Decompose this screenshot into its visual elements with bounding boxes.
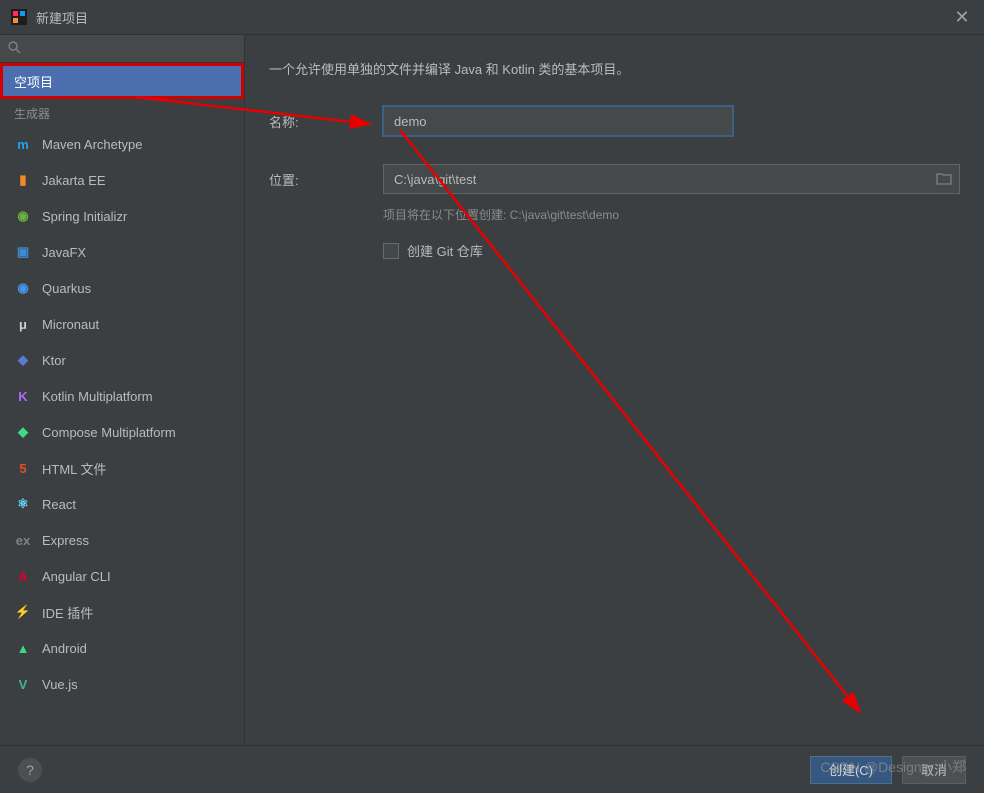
title-bar: 新建项目 ✕ — [0, 0, 984, 35]
generator-icon: A — [14, 567, 32, 585]
sidebar-item-label: 空项目 — [14, 72, 53, 91]
generator-icon: ex — [14, 531, 32, 549]
generator-icon: ▣ — [14, 243, 32, 261]
generator-icon: ▲ — [14, 639, 32, 657]
sidebar-item-generator[interactable]: A Angular CLI — [0, 558, 244, 594]
sidebar-item-generator[interactable]: μ Micronaut — [0, 306, 244, 342]
generator-icon: ◉ — [14, 279, 32, 297]
cancel-button[interactable]: 取消 — [902, 756, 966, 784]
sidebar-item-generator[interactable]: ◆ Compose Multiplatform — [0, 414, 244, 450]
generator-icon: V — [14, 675, 32, 693]
generator-icon: ◆ — [14, 351, 32, 369]
help-button[interactable]: ? — [18, 758, 42, 782]
generator-icon: K — [14, 387, 32, 405]
name-label: 名称: — [269, 112, 383, 131]
sidebar-item-generator[interactable]: m Maven Archetype — [0, 126, 244, 162]
sidebar-item-label: Spring Initializr — [42, 209, 127, 224]
create-button[interactable]: 创建(C) — [810, 756, 892, 784]
git-checkbox[interactable] — [383, 243, 399, 259]
close-icon[interactable]: ✕ — [950, 7, 974, 28]
generator-icon: 5 — [14, 459, 32, 477]
sidebar-item-generator[interactable]: ex Express — [0, 522, 244, 558]
sidebar-item-label: React — [42, 497, 76, 512]
sidebar-item-generator[interactable]: ◆ Ktor — [0, 342, 244, 378]
generator-icon: ▮ — [14, 171, 32, 189]
sidebar-item-generator[interactable]: V Vue.js — [0, 666, 244, 702]
sidebar-item-label: Jakarta EE — [42, 173, 106, 188]
sidebar-item-generator[interactable]: ◉ Spring Initializr — [0, 198, 244, 234]
location-input[interactable] — [383, 164, 960, 194]
generator-icon: ◉ — [14, 207, 32, 225]
sidebar-item-label: Vue.js — [42, 677, 78, 692]
sidebar-item-generator[interactable]: K Kotlin Multiplatform — [0, 378, 244, 414]
project-description: 一个允许使用单独的文件并编译 Java 和 Kotlin 类的基本项目。 — [269, 59, 960, 78]
sidebar-item-generator[interactable]: 5 HTML 文件 — [0, 450, 244, 486]
sidebar-item-label: Compose Multiplatform — [42, 425, 176, 440]
generator-icon: μ — [14, 315, 32, 333]
sidebar-item-label: Kotlin Multiplatform — [42, 389, 153, 404]
sidebar-item-label: Ktor — [42, 353, 66, 368]
sidebar-item-label: Android — [42, 641, 87, 656]
search-input[interactable] — [0, 35, 244, 63]
sidebar-item-label: Quarkus — [42, 281, 91, 296]
sidebar-item-label: JavaFX — [42, 245, 86, 260]
sidebar: 空项目 生成器 m Maven Archetype ▮ Jakarta EE ◉ Spri… — [0, 35, 245, 745]
search-icon — [8, 41, 21, 57]
sidebar-item-generator[interactable]: ▲ Android — [0, 630, 244, 666]
sidebar-item-label: Angular CLI — [42, 569, 111, 584]
sidebar-item-label: IDE 插件 — [42, 603, 93, 622]
sidebar-item-generator[interactable]: ◉ Quarkus — [0, 270, 244, 306]
sidebar-item-label: Maven Archetype — [42, 137, 142, 152]
sidebar-item-label: Micronaut — [42, 317, 99, 332]
footer: ? 创建(C) 取消 — [0, 745, 984, 793]
browse-folder-icon[interactable] — [936, 171, 952, 188]
location-hint: 项目将在以下位置创建: C:\java\git\test\demo — [269, 206, 960, 223]
sidebar-item-label: HTML 文件 — [42, 459, 107, 478]
generator-icon: m — [14, 135, 32, 153]
name-input[interactable] — [383, 106, 733, 136]
sidebar-generators-header: 生成器 — [0, 99, 244, 126]
sidebar-item-generator[interactable]: ▮ Jakarta EE — [0, 162, 244, 198]
sidebar-item-empty-project[interactable]: 空项目 — [0, 63, 244, 99]
app-icon — [10, 8, 28, 26]
location-label: 位置: — [269, 170, 383, 189]
sidebar-item-generator[interactable]: ⚡ IDE 插件 — [0, 594, 244, 630]
main-panel: 一个允许使用单独的文件并编译 Java 和 Kotlin 类的基本项目。 名称:… — [245, 35, 984, 745]
sidebar-item-generator[interactable]: ▣ JavaFX — [0, 234, 244, 270]
generator-icon: ◆ — [14, 423, 32, 441]
generator-icon: ⚛ — [14, 495, 32, 513]
git-checkbox-label: 创建 Git 仓库 — [407, 241, 483, 260]
window-title: 新建项目 — [36, 8, 88, 27]
sidebar-item-label: Express — [42, 533, 89, 548]
generator-icon: ⚡ — [14, 603, 32, 621]
sidebar-item-generator[interactable]: ⚛ React — [0, 486, 244, 522]
